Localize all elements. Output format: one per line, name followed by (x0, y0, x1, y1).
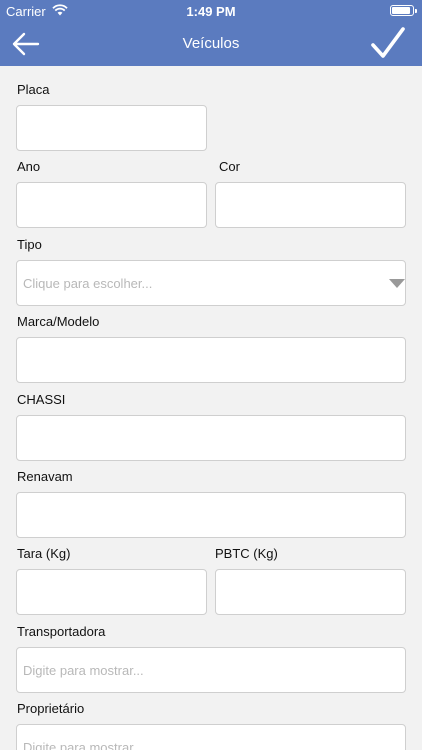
tipo-label: Tipo (17, 237, 42, 252)
tara-input[interactable] (16, 569, 207, 615)
tipo-select[interactable]: Clique para escolher... (16, 260, 406, 306)
marca-modelo-input[interactable] (16, 337, 406, 383)
chassi-label: CHASSI (17, 392, 66, 407)
pbtc-input[interactable] (215, 569, 406, 615)
nav-bar: Veículos (0, 22, 422, 66)
ano-input[interactable] (16, 182, 207, 228)
tipo-placeholder: Clique para escolher... (23, 275, 153, 291)
proprietario-label: Proprietário (17, 701, 85, 716)
status-time: 1:49 PM (186, 4, 236, 19)
battery-icon (390, 5, 417, 16)
renavam-label: Renavam (17, 469, 73, 484)
marca-modelo-label: Marca/Modelo (17, 314, 100, 329)
renavam-input[interactable] (16, 492, 406, 538)
battery-fill (392, 7, 410, 14)
cor-label: Cor (219, 159, 240, 174)
placa-label: Placa (17, 82, 50, 97)
pbtc-label: PBTC (Kg) (215, 546, 278, 561)
cor-input[interactable] (215, 182, 406, 228)
proprietario-input[interactable] (16, 724, 406, 750)
transportadora-input[interactable] (16, 647, 406, 693)
transportadora-label: Transportadora (17, 624, 106, 639)
chassi-input[interactable] (16, 415, 406, 461)
page-title: Veículos (182, 35, 240, 52)
checkmark-icon[interactable] (370, 26, 406, 60)
status-bar: Carrier 1:49 PM (0, 0, 422, 22)
chevron-down-icon (389, 279, 405, 288)
placa-input[interactable] (16, 105, 207, 151)
ano-label: Ano (17, 159, 41, 174)
tara-label: Tara (Kg) (17, 546, 71, 561)
